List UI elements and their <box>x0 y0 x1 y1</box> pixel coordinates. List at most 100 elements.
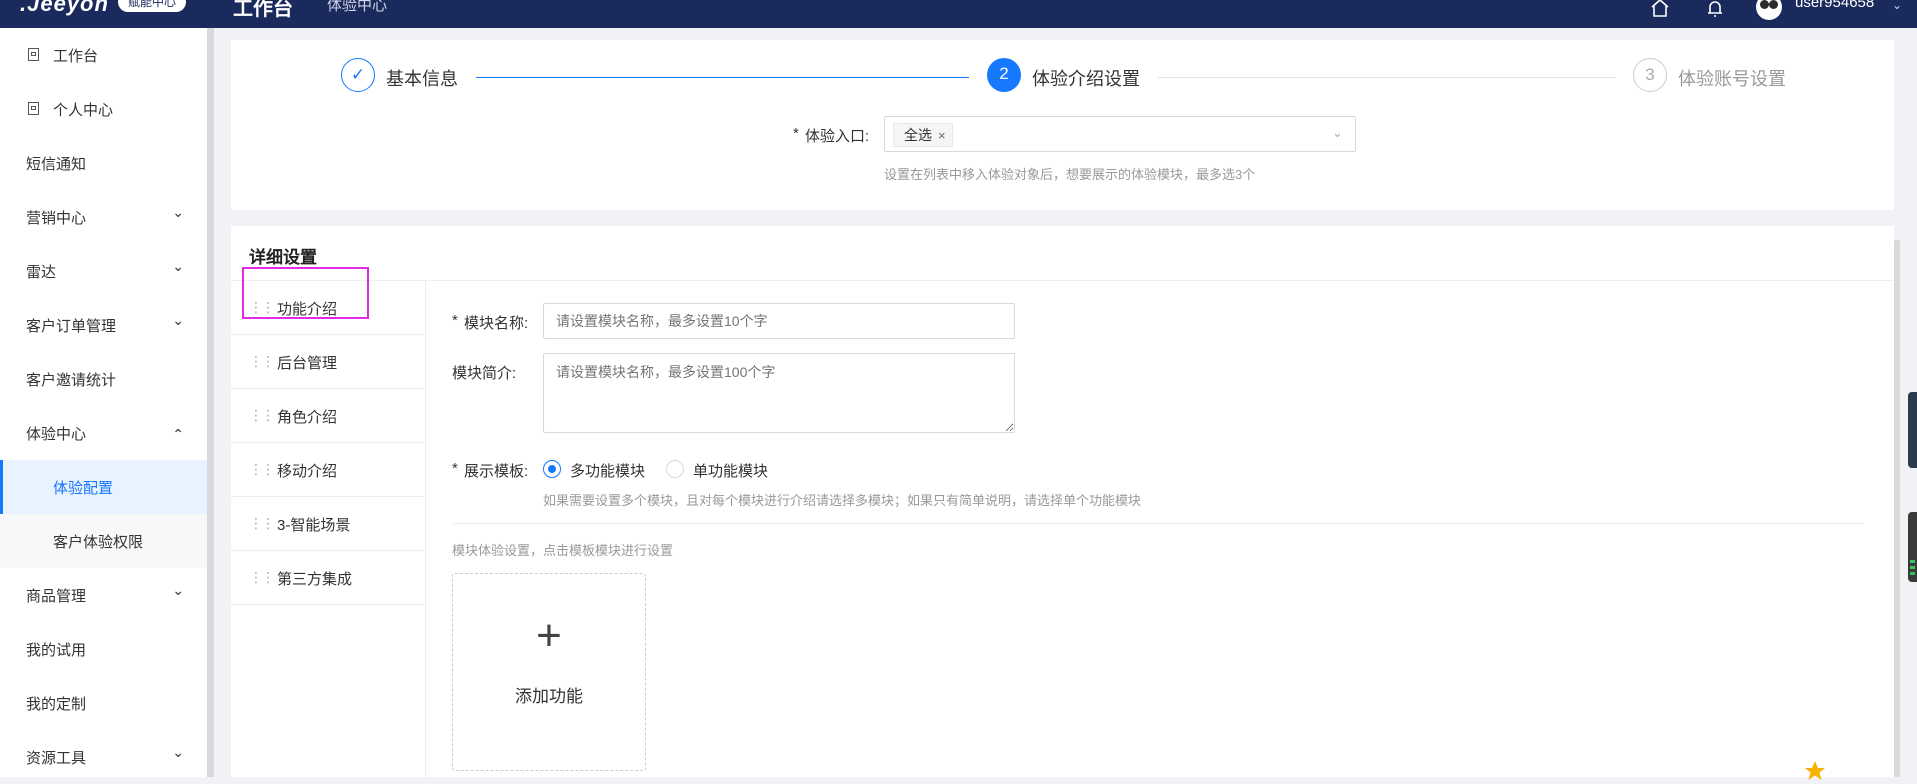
module-name-label: 模块名称: <box>464 315 529 332</box>
step-2-label: 体验介绍设置 <box>1032 69 1140 89</box>
sidebar-item-label: 工作台 <box>53 48 99 65</box>
top-nav-experience-center[interactable]: 体验中心 <box>327 0 387 15</box>
entry-select[interactable]: 全选 × ⌄ <box>884 116 1356 152</box>
plus-icon: + <box>536 611 562 660</box>
divider <box>452 523 1864 524</box>
sidebar-item-label: 雷达 <box>26 264 57 281</box>
user-name[interactable]: user954658 <box>1795 0 1874 11</box>
sidebar-scrollbar[interactable] <box>207 28 214 777</box>
sidebar-item-sms[interactable]: 短信通知 <box>0 136 207 190</box>
add-function-button[interactable]: + 添加功能 <box>452 573 646 771</box>
sidebar-item-label: 客户体验权限 <box>53 534 144 551</box>
sidebar-item-experience-config[interactable]: 体验配置 <box>0 460 207 514</box>
module-item[interactable]: ⋮⋮ 第三方集成 <box>231 551 425 605</box>
close-icon[interactable]: × <box>938 128 946 143</box>
chevron-up-icon: ⌃ <box>172 426 184 442</box>
chevron-down-icon: ⌄ <box>172 744 184 760</box>
sidebar-item-radar[interactable]: 雷达 ⌄ <box>0 244 207 298</box>
chevron-down-icon[interactable]: ⌄ <box>1892 0 1902 12</box>
sidebar-item-label: 客户订单管理 <box>26 318 117 335</box>
step-1-label: 基本信息 <box>386 69 458 89</box>
sidebar-item-label: 我的试用 <box>26 642 87 659</box>
sidebar-item-resources[interactable]: 资源工具 ⌄ <box>0 730 207 784</box>
entry-label: 体验入口: <box>805 128 870 145</box>
step-3-number: 3 <box>1633 58 1667 92</box>
sidebar-item-personal-center[interactable]: 个人中心 <box>0 82 207 136</box>
required-mark: * <box>793 125 799 142</box>
section-hint: 模块体验设置，点击模板模块进行设置 <box>452 543 674 558</box>
drag-handle-icon[interactable]: ⋮⋮ <box>249 407 275 424</box>
module-label: 3-智能场景 <box>277 517 351 534</box>
sidebar-item-orders[interactable]: 客户订单管理 ⌄ <box>0 298 207 352</box>
sidebar-item-my-customization[interactable]: 我的定制 <box>0 676 207 730</box>
sidebar-item-label: 体验中心 <box>26 426 87 443</box>
module-item[interactable]: ⋮⋮ 角色介绍 <box>231 389 425 443</box>
template-hint: 如果需要设置多个模块，且对每个模块进行介绍请选择多模块；如果只有简单说明，请选择… <box>543 493 1142 508</box>
module-item[interactable]: ⋮⋮ 3-智能场景 <box>231 497 425 551</box>
sidebar-item-customer-permissions[interactable]: 客户体验权限 <box>0 514 207 568</box>
step-2-number: 2 <box>987 58 1021 92</box>
step-connector-pending <box>1158 77 1616 78</box>
sidebar-item-products[interactable]: 商品管理 ⌄ <box>0 568 207 622</box>
radio-multi-function[interactable] <box>543 460 561 478</box>
divider <box>231 280 1894 281</box>
module-label: 角色介绍 <box>277 409 338 426</box>
radio-single-function[interactable] <box>666 460 684 478</box>
sidebar-item-marketing[interactable]: 营销中心 ⌄ <box>0 190 207 244</box>
sidebar-item-label: 体验配置 <box>53 480 114 497</box>
required-mark: * <box>452 460 458 477</box>
module-label: 移动介绍 <box>277 463 338 480</box>
star-icon[interactable] <box>1804 760 1826 782</box>
sidebar-item-label: 我的定制 <box>26 696 87 713</box>
home-icon[interactable] <box>1648 0 1672 20</box>
top-nav-workbench[interactable]: 工作台 <box>233 0 293 21</box>
module-item[interactable]: ⋮⋮ 后台管理 <box>231 335 425 389</box>
sidebar-item-label: 短信通知 <box>26 156 87 173</box>
module-list: ⋮⋮ 功能介绍 ⋮⋮ 后台管理 ⋮⋮ 角色介绍 ⋮⋮ 移动介绍 ⋮⋮ 3-智能场… <box>231 281 426 777</box>
main-scrollbar[interactable] <box>1894 240 1900 777</box>
bell-icon[interactable] <box>1703 0 1727 20</box>
user-avatar[interactable] <box>1756 0 1782 20</box>
module-label: 第三方集成 <box>277 571 353 588</box>
module-intro-textarea[interactable] <box>543 353 1015 433</box>
sidebar-item-experience-center[interactable]: 体验中心 ⌃ <box>0 406 207 460</box>
module-name-input[interactable] <box>543 303 1015 339</box>
brand-badge: 赋能中心 <box>118 0 187 12</box>
step-3-label: 体验账号设置 <box>1678 69 1786 89</box>
sidebar: 工作台 个人中心 短信通知 营销中心 ⌄ 雷达 ⌄ 客户订单管理 ⌄ 客户邀请统… <box>0 28 207 777</box>
sidebar-item-label: 个人中心 <box>53 102 114 119</box>
detail-title: 详细设置 <box>249 248 317 267</box>
drag-handle-icon[interactable]: ⋮⋮ <box>249 461 275 478</box>
sidebar-item-invite-stats[interactable]: 客户邀请统计 <box>0 352 207 406</box>
radio-single-function-label[interactable]: 单功能模块 <box>693 460 768 481</box>
module-item[interactable]: ⋮⋮ 移动介绍 <box>231 443 425 497</box>
required-mark: * <box>452 312 458 329</box>
page-icon <box>28 48 39 61</box>
template-label: 展示模板: <box>464 463 529 480</box>
add-function-label: 添加功能 <box>515 687 583 706</box>
drag-handle-icon[interactable]: ⋮⋮ <box>249 353 275 370</box>
chevron-down-icon: ⌄ <box>172 312 184 328</box>
sidebar-item-label: 客户邀请统计 <box>26 372 117 389</box>
page-icon <box>28 102 39 115</box>
step-1-check-icon: ✓ <box>341 58 375 92</box>
step-connector-done <box>476 77 969 78</box>
chevron-down-icon: ⌄ <box>1332 125 1343 140</box>
drag-handle-icon[interactable]: ⋮⋮ <box>249 515 275 532</box>
top-navigation-bar: .Jeeyon 赋能中心 工作台 体验中心 user954658 ⌄ <box>0 0 1917 28</box>
chevron-down-icon: ⌄ <box>172 204 184 220</box>
sidebar-item-my-trials[interactable]: 我的试用 <box>0 622 207 676</box>
entry-hint: 设置在列表中移入体验对象后，想要展示的体验模块，最多选3个 <box>884 167 1256 182</box>
sidebar-item-workbench[interactable]: 工作台 <box>0 28 207 82</box>
selection-highlight <box>242 267 369 319</box>
drag-handle-icon[interactable]: ⋮⋮ <box>249 569 275 586</box>
radio-multi-function-label[interactable]: 多功能模块 <box>570 460 645 481</box>
sidebar-item-label: 营销中心 <box>26 210 87 227</box>
side-widget[interactable] <box>1908 512 1917 582</box>
tag-label: 全选 <box>904 127 932 143</box>
side-widget[interactable] <box>1908 392 1917 468</box>
brand-logo: .Jeeyon <box>20 0 109 16</box>
chevron-down-icon: ⌄ <box>172 258 184 274</box>
sidebar-item-label: 商品管理 <box>26 588 87 605</box>
module-label: 后台管理 <box>277 355 338 372</box>
